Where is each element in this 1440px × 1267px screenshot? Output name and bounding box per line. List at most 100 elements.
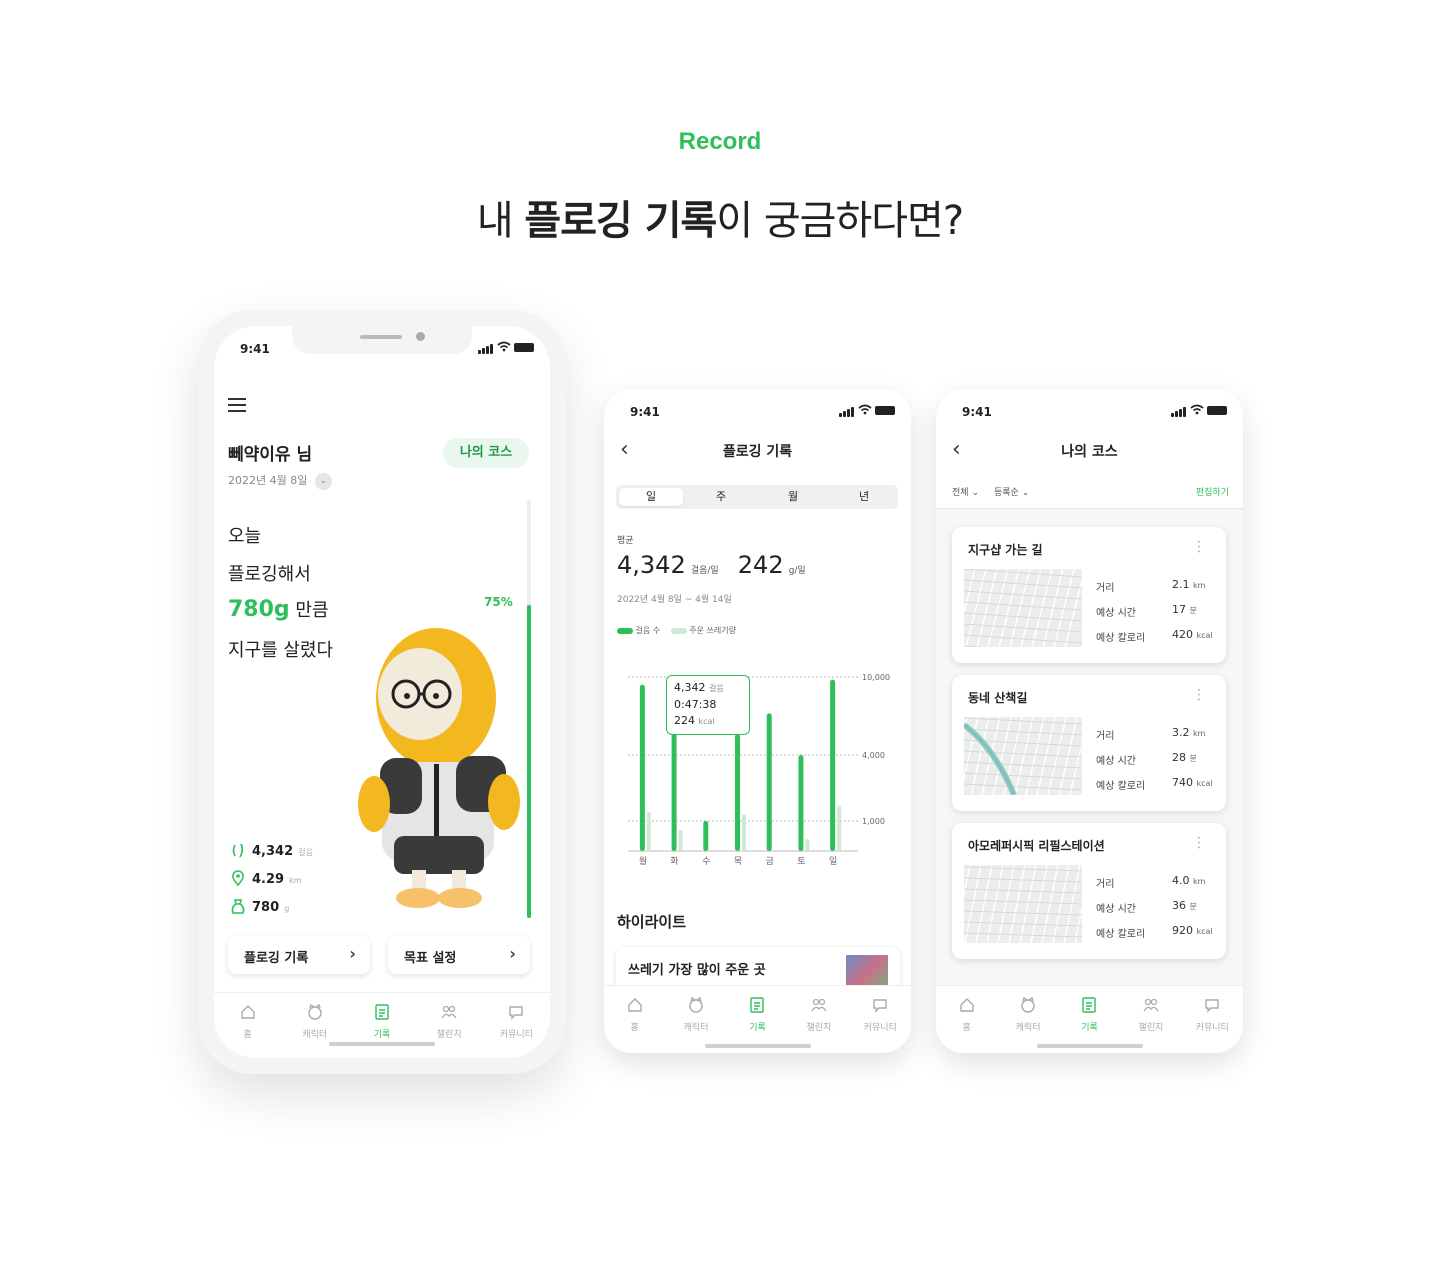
tab-record[interactable]: 기록 <box>1059 996 1120 1033</box>
stat-row: 780 g <box>230 896 289 915</box>
community-icon <box>873 999 887 1013</box>
x-tick-label: 수 <box>702 856 710 867</box>
chevron-down-icon[interactable]: ⌄ <box>314 472 332 490</box>
stat-unit: 걸음 <box>298 848 313 857</box>
phone-record: 9:41 ‹ 플로깅 기록 일 주 월 년 평균 4,342 걸음/일 242 … <box>604 389 911 1053</box>
tab-label: 기록 <box>749 1023 766 1033</box>
time-label: 예상 시간 <box>1096 608 1136 619</box>
status-bar: 9:41 <box>214 326 550 366</box>
date-selector[interactable]: 2022년 4월 8일 ⌄ <box>228 472 332 490</box>
course-card[interactable]: 동네 산책길 ⋮ 거리 3.2 km 예상 시간 28 분 예상 칼로리 740 kcal <box>952 675 1226 811</box>
filter-sort[interactable]: 등록순 ⌄ <box>994 485 1029 498</box>
time-value: 17 분 <box>1172 603 1197 616</box>
tab-record[interactable]: 기록 <box>727 996 788 1033</box>
chart-tooltip: 4,342 걸음 0:47:38 224 kcal <box>666 675 750 735</box>
tab-challenge[interactable]: 챌린지 <box>416 1003 483 1040</box>
challenge-icon <box>811 998 827 1012</box>
tab-label: 기록 <box>1081 1023 1098 1033</box>
filter-all[interactable]: 전체 ⌄ <box>952 485 979 498</box>
avg-weight: 242 <box>737 551 784 579</box>
tab-home[interactable]: 홈 <box>604 996 665 1033</box>
bar-steps[interactable] <box>766 713 772 851</box>
bar-steps[interactable] <box>830 679 836 851</box>
tab-week[interactable]: 주 <box>688 488 754 506</box>
battery-icon <box>875 406 895 415</box>
home-icon <box>959 998 974 1012</box>
tab-label: 커뮤니티 <box>1195 1023 1229 1033</box>
tab-bar: 홈 캐릭터 기록 챌린지 커뮤니티 <box>214 992 550 1058</box>
chevron-down-icon: ⌄ <box>1021 488 1030 498</box>
distance-label: 거리 <box>1096 731 1115 742</box>
character-icon <box>1021 996 1035 1013</box>
stat-unit: g <box>284 904 290 913</box>
goal-setting-button[interactable]: 목표 설정 › <box>388 936 530 974</box>
status-icons <box>478 340 534 354</box>
home-screen: 9:41 뻬약이유 님 2022년 4월 8일 ⌄ 나의 코스 오늘 플로깅해서… <box>214 326 550 1058</box>
section-headline: 내 플로깅 기록이 궁금하다면? <box>476 198 964 244</box>
bar-steps[interactable] <box>639 684 645 851</box>
section-kicker: Record <box>678 128 762 155</box>
more-options-icon[interactable]: ⋮ <box>1192 835 1206 851</box>
time-label: 예상 시간 <box>1096 756 1136 767</box>
bar-steps[interactable] <box>703 821 709 851</box>
tab-label: 기록 <box>373 1030 391 1040</box>
tab-bar: 홈 캐릭터 기록 챌린지 커뮤니티 <box>604 985 911 1053</box>
tab-community[interactable]: 커뮤니티 <box>1182 996 1243 1033</box>
bar-steps[interactable] <box>671 725 677 851</box>
x-tick-label: 토 <box>797 857 805 867</box>
menu-icon[interactable] <box>228 398 246 412</box>
time-value: 28 분 <box>1172 751 1197 764</box>
tab-label: 홈 <box>630 1023 639 1033</box>
tab-community[interactable]: 커뮤니티 <box>850 996 911 1033</box>
tab-record[interactable]: 기록 <box>348 1003 415 1040</box>
more-options-icon[interactable]: ⋮ <box>1192 539 1206 555</box>
tab-character[interactable]: 캐릭터 <box>997 996 1058 1033</box>
status-icons <box>839 403 895 417</box>
tab-home[interactable]: 홈 <box>936 996 997 1033</box>
tab-character[interactable]: 캐릭터 <box>665 996 726 1033</box>
my-course-button[interactable]: 나의 코스 <box>443 438 529 468</box>
date-range: 2022년 4월 8일 ~ 4월 14일 <box>617 595 732 605</box>
tab-character[interactable]: 캐릭터 <box>281 1003 348 1040</box>
chevron-down-icon: ⌄ <box>971 488 979 498</box>
tab-day[interactable]: 일 <box>619 488 683 506</box>
today-line-1: 오늘 <box>228 526 262 547</box>
highlight-item-label: 쓰레기 가장 많이 주운 곳 <box>628 963 766 978</box>
more-options-icon[interactable]: ⋮ <box>1192 687 1206 703</box>
status-bar: 9:41 <box>936 389 1243 429</box>
tab-month[interactable]: 월 <box>760 488 826 506</box>
trash-bag-icon <box>231 899 245 914</box>
status-time: 9:41 <box>240 342 270 356</box>
community-icon <box>509 1006 524 1020</box>
location-pin-icon <box>232 870 244 887</box>
bar-trash[interactable] <box>837 805 842 851</box>
plogging-record-button[interactable]: 플로깅 기록 › <box>228 936 370 974</box>
stat-value: 4,342 <box>252 844 294 859</box>
distance-value: 4.0 km <box>1172 874 1206 887</box>
course-card[interactable]: 지구샵 가는 길 ⋮ 거리 2.1 km 예상 시간 17 분 예상 칼로리 420 kcal <box>952 527 1226 663</box>
edit-button[interactable]: 편집하기 <box>1196 485 1229 498</box>
home-indicator <box>329 1042 435 1046</box>
home-icon <box>240 1005 255 1019</box>
y-tick-label: 1,000 <box>862 817 885 826</box>
tab-challenge[interactable]: 챌린지 <box>1120 996 1181 1033</box>
course-map <box>964 717 1082 795</box>
date-label: 2022년 4월 8일 <box>228 474 308 487</box>
bar-trash[interactable] <box>805 839 810 851</box>
tab-home[interactable]: 홈 <box>214 1003 281 1040</box>
y-tick-label: 4,000 <box>862 751 885 760</box>
tab-year[interactable]: 년 <box>832 488 896 506</box>
tab-challenge[interactable]: 챌린지 <box>788 996 849 1033</box>
home-icon <box>627 998 642 1012</box>
bar-steps[interactable] <box>798 755 804 851</box>
bar-trash[interactable] <box>742 814 746 851</box>
status-time: 9:41 <box>962 405 992 419</box>
bar-steps[interactable] <box>735 734 740 851</box>
tab-label: 캐릭터 <box>683 1023 709 1033</box>
x-tick-label: 목 <box>734 856 742 867</box>
bar-trash[interactable] <box>646 812 651 851</box>
bar-trash[interactable] <box>678 830 683 851</box>
tab-community[interactable]: 커뮤니티 <box>483 1003 550 1040</box>
tab-label: 캐릭터 <box>1015 1023 1041 1033</box>
course-card[interactable]: 아모레퍼시픽 리필스테이션 ⋮ 거리 4.0 km 예상 시간 36 분 예상 칼로리 920… <box>952 823 1226 959</box>
